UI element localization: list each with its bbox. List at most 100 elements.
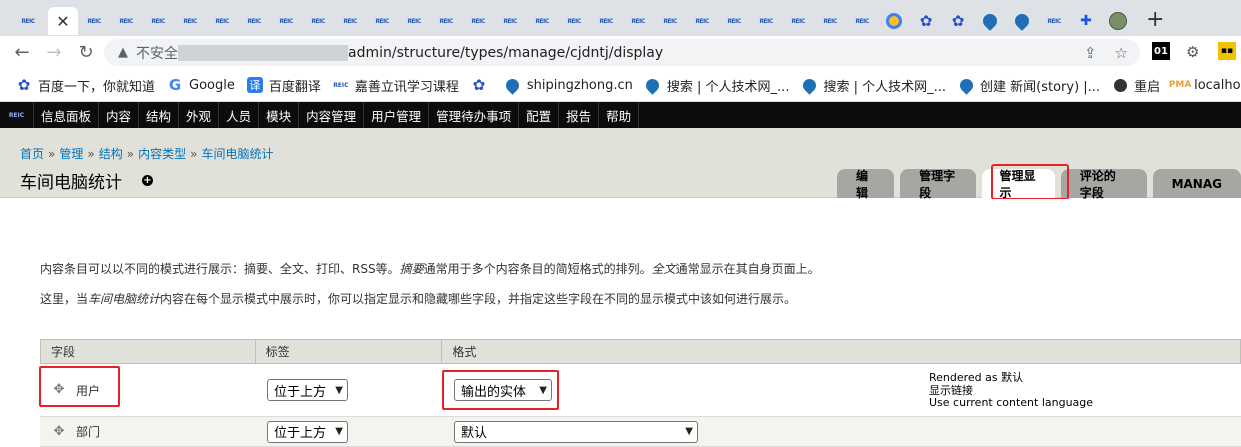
drupal-drop-icon <box>980 11 1000 31</box>
browser-tab[interactable]: REIC <box>462 7 494 35</box>
browser-tab[interactable]: ✿ <box>942 7 974 35</box>
bookmark-item[interactable]: G Google <box>167 76 235 94</box>
tab-0[interactable]: 编辑 <box>837 169 895 200</box>
breadcrumb-link[interactable]: 结构 <box>99 147 123 161</box>
reic-favicon-icon: REIC <box>855 17 869 25</box>
browser-tab[interactable]: ✚ <box>1070 7 1102 35</box>
intro-text: 通常显示在其自身页面上。 <box>675 262 820 276</box>
admin-menu-item[interactable]: 报告 <box>559 102 600 128</box>
admin-menu-item[interactable]: 信息面板 <box>34 102 100 128</box>
bookmark-item[interactable]: shipingzhong.cn <box>503 75 633 95</box>
bookmark-label: 创建 新闻(story) |... <box>980 79 1101 95</box>
admin-menu-item[interactable]: 外观 <box>179 102 220 128</box>
browser-tab[interactable]: REIC <box>366 7 398 35</box>
admin-menu-item[interactable]: 内容 <box>99 102 140 128</box>
extensions-puzzle-icon: ✚ <box>1080 13 1092 29</box>
breadcrumb-link[interactable]: 车间电脑统计 <box>201 147 273 161</box>
share-icon[interactable]: ⇪ <box>1084 44 1097 62</box>
bookmark-item[interactable]: 搜索 | 个人技术网_... <box>643 75 789 95</box>
browser-tab[interactable]: REIC <box>590 7 622 35</box>
browser-tab[interactable]: REIC <box>526 7 558 35</box>
bookmark-item[interactable]: ✿ 百度一下，你就知道 <box>16 76 155 95</box>
bookmark-item[interactable]: ✿ <box>471 76 493 94</box>
browser-tab[interactable]: REIC <box>782 7 814 35</box>
forward-button[interactable]: → <box>38 42 70 63</box>
browser-tab[interactable]: REIC <box>558 7 590 35</box>
admin-menu-item[interactable]: 管理待办事项 <box>429 102 520 128</box>
reload-button[interactable]: ↻ <box>70 42 102 63</box>
browser-tab[interactable]: REIC <box>686 7 718 35</box>
bookmark-item[interactable]: 重启 <box>1112 76 1160 95</box>
browser-tab[interactable]: REIC <box>206 7 238 35</box>
page-title: 车间电脑统计 <box>20 173 122 193</box>
add-shortcut-icon[interactable]: + <box>142 175 153 186</box>
admin-menu-item[interactable]: 帮助 <box>599 102 640 128</box>
breadcrumb-link[interactable]: 管理 <box>59 147 83 161</box>
warning-icon[interactable]: ▲ <box>118 45 128 60</box>
admin-menu-item[interactable]: 人员 <box>219 102 260 128</box>
browser-tab[interactable]: REIC <box>334 7 366 35</box>
reic-favicon-icon: REIC <box>695 17 709 25</box>
address-url[interactable]: admin/structure/types/manage/cjdntj/disp… <box>348 45 663 61</box>
bookmark-label: 重启 <box>1134 79 1161 95</box>
tab-1[interactable]: 管理字段 <box>900 169 977 200</box>
bookmarks-bar: ✿ 百度一下，你就知道 G Google 译百度翻译 REIC 嘉善立讯学习课程 ✿ shipi… <box>0 69 1241 102</box>
browser-tab[interactable]: REIC <box>750 7 782 35</box>
bookmark-item[interactable]: REIC 嘉善立讯学习课程 <box>333 76 459 95</box>
label-position-select[interactable]: 位于上方 ▼ <box>267 379 348 401</box>
browser-tab[interactable]: REIC <box>270 7 302 35</box>
browser-tab[interactable]: REIC <box>622 7 654 35</box>
browser-tab[interactable]: REIC <box>398 7 430 35</box>
bookmark-item[interactable]: 搜索 | 个人技术网_... <box>800 75 946 95</box>
select-value: 位于上方 <box>274 384 327 400</box>
browser-tab[interactable]: REIC <box>846 7 878 35</box>
reic-favicon-icon: REIC <box>311 17 325 25</box>
breadcrumb-link[interactable]: 首页 <box>20 147 44 161</box>
browser-tab[interactable]: REIC <box>430 7 462 35</box>
browser-tab[interactable]: REIC <box>654 7 686 35</box>
bookmark-item[interactable]: 创建 新闻(story) |... <box>956 75 1101 95</box>
admin-home-icon[interactable]: REIC <box>0 102 34 128</box>
browser-tab[interactable]: REIC <box>12 7 44 35</box>
extension-01-icon[interactable]: 01 <box>1152 42 1170 60</box>
bookmark-star-icon[interactable]: ☆ <box>1115 44 1128 62</box>
back-button[interactable]: ← <box>6 42 38 63</box>
format-select[interactable]: 默认 ▼ <box>454 420 698 443</box>
breadcrumb-link[interactable]: 内容类型 <box>138 147 186 161</box>
admin-menu-item[interactable]: 用户管理 <box>364 102 430 128</box>
admin-menu-item[interactable]: 结构 <box>139 102 180 128</box>
browser-tab[interactable]: ✕ <box>48 7 78 35</box>
new-tab-button[interactable]: + <box>1146 7 1164 32</box>
browser-tab[interactable]: REIC <box>718 7 750 35</box>
label-position-select[interactable]: 位于上方 ▼ <box>267 420 348 443</box>
browser-tab[interactable]: REIC <box>78 7 110 35</box>
admin-menu-item[interactable]: 模块 <box>259 102 300 128</box>
extension-yellow-icon[interactable]: ▪▪ <box>1218 42 1236 60</box>
field-name: 部门 <box>76 425 101 439</box>
browser-tab[interactable] <box>878 7 910 35</box>
browser-tab[interactable]: REIC <box>1038 7 1070 35</box>
browser-tab[interactable]: REIC <box>814 7 846 35</box>
browser-tab[interactable]: REIC <box>174 7 206 35</box>
reic-favicon-icon: REIC <box>375 17 389 25</box>
reic-favicon-icon: REIC <box>87 17 101 25</box>
bookmark-item[interactable]: PMAlocalhost php <box>1169 77 1241 93</box>
browser-tab[interactable]: REIC <box>238 7 270 35</box>
browser-tab[interactable]: REIC <box>302 7 334 35</box>
browser-tab[interactable]: REIC <box>142 7 174 35</box>
admin-menu-item[interactable]: 配置 <box>519 102 560 128</box>
browser-tab[interactable] <box>974 7 1006 35</box>
browser-tab[interactable] <box>1102 7 1134 35</box>
extension-gear-icon[interactable]: ⚙ <box>1186 43 1199 61</box>
admin-menu-item[interactable]: 内容管理 <box>299 102 365 128</box>
browser-tab[interactable]: ✿ <box>910 7 942 35</box>
reic-favicon-icon: REIC <box>663 17 677 25</box>
browser-tab[interactable] <box>1006 7 1038 35</box>
address-bar[interactable]: ▲ 不安全 admin/structure/types/manage/cjdnt… <box>104 39 1140 66</box>
drag-handle-icon[interactable]: ✥ <box>52 424 66 439</box>
tab-3[interactable]: 评论的字段 <box>1060 169 1147 200</box>
browser-tab[interactable]: REIC <box>110 7 142 35</box>
bookmark-item[interactable]: 译百度翻译 <box>246 76 321 95</box>
tab-4[interactable]: MANAG <box>1152 169 1241 198</box>
browser-tab[interactable]: REIC <box>494 7 526 35</box>
